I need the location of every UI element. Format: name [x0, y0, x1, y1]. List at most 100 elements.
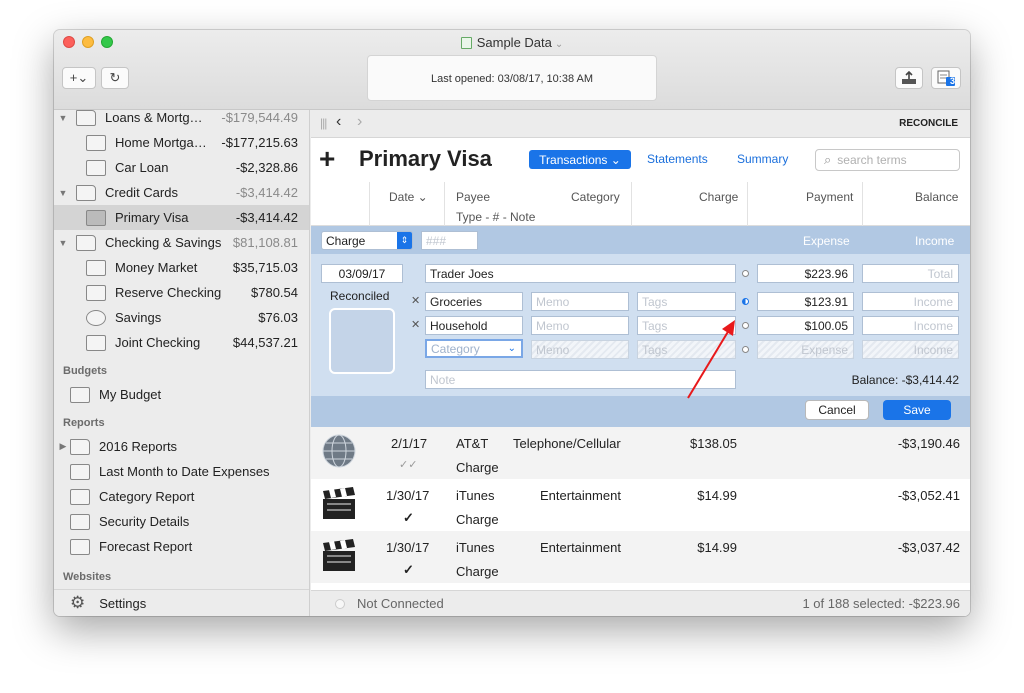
tab-statements[interactable]: Statements	[647, 152, 708, 166]
column-payment[interactable]: Payment	[806, 190, 853, 204]
split-income-field[interactable]: Income	[862, 292, 959, 311]
split-status-dot[interactable]	[742, 346, 749, 353]
row-payee: iTunes	[456, 540, 495, 555]
sidebar-item-security-details[interactable]: Security Details	[54, 509, 309, 534]
checkbook-icon	[86, 334, 106, 351]
sidebar: ▼ Loans & Mortg… -$179,544.49 Home Mortga……	[54, 110, 310, 616]
reconcile-button[interactable]: RECONCILE	[899, 118, 958, 129]
tab-transactions[interactable]: Transactions ⌄	[529, 150, 631, 169]
cleared-check-icon[interactable]: ✓	[403, 510, 414, 526]
column-category[interactable]: Category	[571, 190, 620, 204]
last-opened-info: Last opened: 03/08/17, 10:38 AM	[367, 55, 657, 101]
sidebar-item-last-month-report[interactable]: Last Month to Date Expenses	[54, 459, 309, 484]
column-headers: Date ⌄ Payee Category Type - # - Note Ch…	[311, 182, 970, 226]
column-divider	[369, 182, 370, 226]
back-arrow-icon[interactable]: ‹	[336, 113, 341, 131]
table-row[interactable]: 1/30/17 ✓ iTunes Charge Entertainment $1…	[311, 479, 970, 531]
sidebar-group-loans[interactable]: ▼ Loans & Mortg… -$179,544.49	[54, 110, 309, 130]
column-date[interactable]: Date ⌄	[389, 190, 428, 204]
split-amount-field[interactable]: $100.05	[757, 316, 854, 335]
split-status-dot[interactable]	[742, 270, 749, 277]
split-memo-field[interactable]: Memo	[531, 340, 629, 359]
add-transaction-button[interactable]: +	[319, 144, 335, 174]
remove-split-icon[interactable]: ✕	[411, 294, 420, 307]
sidebar-group-credit-cards[interactable]: ▼ Credit Cards -$3,414.42	[54, 180, 309, 205]
new-split-category-select[interactable]: Category ⌄	[425, 339, 523, 358]
search-input[interactable]: ⌕ search terms	[815, 149, 960, 171]
bank-icon	[86, 134, 106, 151]
split-memo-field[interactable]: Memo	[531, 316, 629, 335]
total-expense-field[interactable]: $223.96	[757, 264, 854, 283]
split-tags-field[interactable]: Tags	[637, 340, 736, 359]
folder-icon	[76, 234, 96, 251]
split-tags-field[interactable]: Tags	[637, 316, 736, 335]
split-status-dot[interactable]	[742, 322, 749, 329]
sidebar-item-category-report[interactable]: Category Report	[54, 484, 309, 509]
disclosure-triangle-icon[interactable]: ▼	[58, 113, 68, 123]
table-row[interactable]: 2/1/17 ✓✓ AT&T Charge Telephone/Cellular…	[311, 427, 970, 479]
column-payee[interactable]: Payee	[456, 190, 490, 204]
transaction-type-select[interactable]: Charge ⇕	[321, 231, 413, 250]
sidebar-item-home-mortgage[interactable]: Home Mortga… -$177,215.63	[54, 130, 309, 155]
refresh-button[interactable]: ↻	[101, 67, 129, 89]
remove-split-icon[interactable]: ✕	[411, 318, 420, 331]
sidebar-item-money-market[interactable]: Money Market $35,715.03	[54, 255, 309, 280]
split-category-field[interactable]: Groceries	[425, 292, 523, 311]
row-date: 1/30/17	[386, 488, 430, 503]
total-income-field[interactable]: Total	[862, 264, 959, 283]
cleared-check-icon[interactable]: ✓✓	[399, 458, 417, 471]
split-memo-field[interactable]: Memo	[531, 292, 629, 311]
reconciled-status: Reconciled	[330, 289, 390, 303]
cleared-check-icon[interactable]: ✓	[403, 562, 414, 578]
gear-icon: ⚙	[70, 593, 86, 612]
sidebar-item-savings[interactable]: Savings $76.03	[54, 305, 309, 330]
disclosure-triangle-icon[interactable]: ▼	[58, 188, 68, 198]
sidebar-item-joint-checking[interactable]: Joint Checking $44,537.21	[54, 330, 309, 355]
sidebar-grip-icon[interactable]: |||	[320, 116, 327, 130]
sidebar-item-my-budget[interactable]: My Budget	[54, 382, 309, 407]
date-field[interactable]: 03/09/17	[321, 264, 403, 283]
chart-icon	[86, 259, 106, 276]
export-button[interactable]	[895, 67, 923, 89]
note-field[interactable]: Note	[425, 370, 736, 389]
refresh-icon: ↻	[109, 70, 121, 85]
forward-arrow-icon[interactable]: ›	[357, 113, 362, 131]
tab-summary[interactable]: Summary	[737, 152, 788, 166]
save-button[interactable]: Save	[883, 400, 951, 420]
editor-buttons-bar: Cancel Save	[311, 396, 970, 427]
split-amount-field[interactable]: Expense	[757, 340, 854, 359]
table-row[interactable]: 1/30/17 ✓ iTunes Charge Entertainment $1…	[311, 531, 970, 583]
split-income-field[interactable]: Income	[862, 316, 959, 335]
calendar-button[interactable]: 3	[931, 67, 961, 89]
settings-button[interactable]: ⚙ Settings	[54, 589, 309, 616]
split-tags-field[interactable]: Tags	[637, 292, 736, 311]
navigation-bar: ||| ‹ › RECONCILE	[311, 110, 970, 138]
payee-field[interactable]: Trader Joes	[425, 264, 736, 283]
folder-icon	[70, 438, 90, 455]
window-title[interactable]: Sample Data ⌄	[54, 35, 970, 50]
sidebar-group-checking-savings[interactable]: ▼ Checking & Savings $81,108.81	[54, 230, 309, 255]
sidebar-item-primary-visa[interactable]: Primary Visa -$3,414.42	[54, 205, 309, 230]
split-amount-field[interactable]: $123.91	[757, 292, 854, 311]
cancel-button[interactable]: Cancel	[805, 400, 869, 420]
split-income-field[interactable]: Income	[862, 340, 959, 359]
globe-icon	[322, 434, 356, 468]
stepper-icon: ⇕	[397, 232, 412, 249]
checkbook-icon	[86, 284, 106, 301]
column-charge[interactable]: Charge	[699, 190, 738, 204]
sidebar-group-2016-reports[interactable]: ▶ 2016 Reports	[54, 434, 309, 459]
sidebar-item-car-loan[interactable]: Car Loan -$2,328.86	[54, 155, 309, 180]
split-cleared-dot[interactable]	[742, 298, 749, 305]
check-number-field[interactable]: ###	[421, 231, 478, 250]
row-charge: $138.05	[690, 436, 737, 451]
sidebar-item-forecast-report[interactable]: Forecast Report	[54, 534, 309, 559]
disclosure-triangle-icon[interactable]: ▼	[58, 238, 68, 248]
add-menu-button[interactable]: +⌄	[62, 67, 96, 89]
disclosure-triangle-right-icon[interactable]: ▶	[58, 441, 68, 452]
column-balance[interactable]: Balance	[915, 190, 958, 204]
receipt-image-well[interactable]	[329, 308, 395, 374]
account-header: + Primary Visa Transactions ⌄ Statements…	[311, 138, 970, 182]
connection-status: Not Connected	[357, 596, 444, 611]
sidebar-item-reserve-checking[interactable]: Reserve Checking $780.54	[54, 280, 309, 305]
split-category-field[interactable]: Household	[425, 316, 523, 335]
